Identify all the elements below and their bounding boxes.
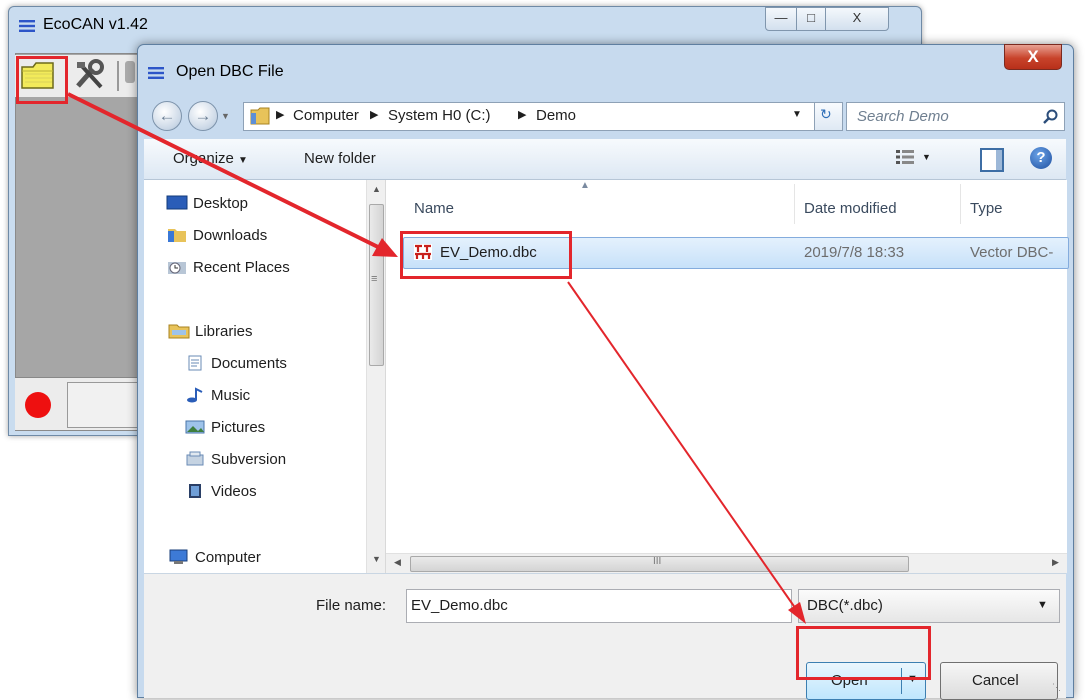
arrow-head-icon — [788, 602, 806, 624]
arrow-folder-to-file — [67, 92, 383, 251]
arrow-file-to-open — [567, 281, 799, 613]
annotation-arrows — [67, 92, 806, 624]
